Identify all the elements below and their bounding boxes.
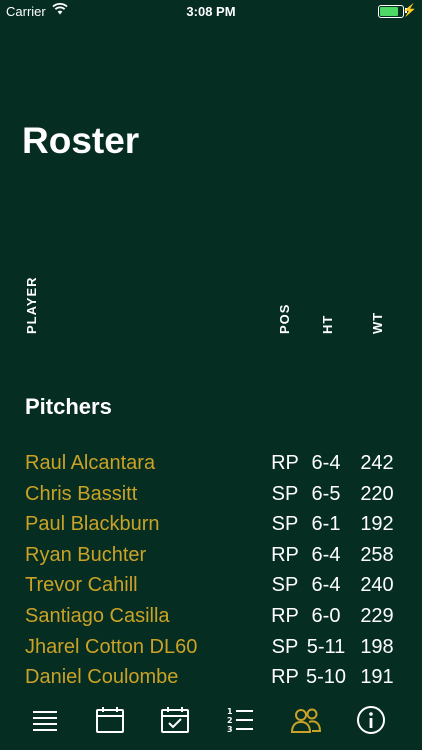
player-position: SP [271, 482, 299, 505]
tab-results[interactable] [159, 704, 191, 736]
player-name: Raul Alcantara [25, 452, 156, 474]
charging-bolt-icon: ⚡ [402, 3, 417, 17]
svg-text:2: 2 [227, 716, 233, 725]
player-name: Ryan Buchter [25, 543, 147, 566]
player-height: 6-5 [311, 482, 341, 505]
calendar-check-icon [161, 707, 189, 733]
player-weight: 191 [360, 666, 394, 689]
player-weight: 242 [360, 452, 394, 474]
page-title: Roster [22, 120, 140, 161]
column-header-player[interactable]: PLAYER [24, 276, 39, 334]
column-header-pos[interactable]: POS [277, 304, 292, 334]
tab-info[interactable] [355, 704, 387, 736]
tab-bar: 123 [0, 698, 422, 742]
battery-icon [378, 5, 404, 18]
player-position: SP [271, 513, 299, 536]
calendar-icon [96, 707, 124, 733]
tab-menu[interactable] [29, 704, 61, 736]
player-row[interactable]: Ryan Buchter RP 6-4 258 [0, 542, 422, 573]
player-position: RP [271, 452, 299, 474]
player-name: Chris Bassitt [25, 482, 138, 505]
numbered-list-icon: 123 [227, 707, 253, 734]
player-row[interactable]: Raul Alcantara RP 6-4 242 [0, 450, 422, 481]
player-position: RP [271, 604, 299, 627]
player-weight: 229 [360, 604, 394, 627]
player-position: SP [271, 574, 299, 597]
player-height: 5-11 [306, 635, 346, 658]
roster-list: Raul Alcantara RP 6-4 242 Chris Bassitt SP 6-5… [0, 450, 422, 695]
svg-text:1: 1 [227, 707, 233, 716]
player-name: Jharel Cotton DL60 [25, 635, 198, 658]
player-height: 5-10 [305, 666, 347, 689]
tab-roster[interactable] [290, 704, 322, 736]
player-weight: 220 [360, 482, 394, 505]
player-row[interactable]: Trevor Cahill SP 6-4 240 [0, 572, 422, 603]
player-row[interactable]: Paul Blackburn SP 6-1 192 [0, 511, 422, 542]
svg-text:3: 3 [227, 725, 233, 734]
player-weight: 240 [360, 574, 394, 597]
player-height: 6-4 [311, 574, 341, 597]
player-row[interactable]: Santiago Casilla RP 6-0 229 [0, 603, 422, 634]
player-weight: 192 [360, 513, 394, 536]
status-time: 3:08 PM [186, 4, 236, 19]
player-row[interactable]: Chris Bassitt SP 6-5 220 [0, 481, 422, 512]
player-weight: 198 [360, 635, 394, 658]
column-header-ht[interactable]: HT [320, 315, 335, 334]
player-name: Trevor Cahill [25, 574, 138, 597]
player-weight: 258 [360, 543, 394, 566]
player-position: RP [271, 543, 299, 566]
player-height: 6-0 [311, 604, 341, 627]
people-icon [290, 708, 322, 733]
player-height: 6-1 [311, 513, 341, 536]
player-height: 6-4 [311, 543, 341, 566]
menu-icon [33, 711, 57, 731]
player-height: 6-4 [311, 452, 341, 474]
section-title-pitchers: Pitchers [25, 394, 112, 419]
player-name: Paul Blackburn [25, 513, 160, 536]
tab-schedule[interactable] [94, 704, 126, 736]
battery-level [380, 7, 398, 16]
player-position: SP [271, 635, 299, 658]
column-header-wt[interactable]: WT [370, 312, 385, 334]
player-name: Santiago Casilla [25, 604, 170, 627]
player-row[interactable]: Daniel Coulombe RP 5-10 191 [0, 664, 422, 695]
player-name: Daniel Coulombe [25, 666, 179, 689]
tab-standings[interactable]: 123 [224, 704, 256, 736]
player-row[interactable]: Jharel Cotton DL60 SP 5-11 198 [0, 634, 422, 665]
info-icon [357, 706, 385, 734]
player-position: RP [271, 666, 299, 689]
status-bar: Carrier 3:08 PM ⚡ [0, 0, 422, 22]
